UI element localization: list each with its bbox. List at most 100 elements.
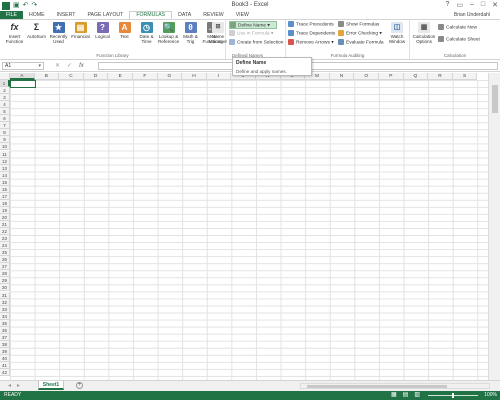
row-header[interactable]: 24 xyxy=(0,242,10,250)
row-header[interactable]: 6 xyxy=(0,115,10,123)
row-header[interactable]: 42 xyxy=(0,369,10,377)
sheet-tab[interactable]: Sheet1 xyxy=(38,381,64,390)
select-all-corner[interactable] xyxy=(0,73,10,80)
column-header[interactable]: P xyxy=(379,73,404,80)
row-header[interactable]: 25 xyxy=(0,249,10,257)
create-from-selection-button[interactable]: Create from Selection xyxy=(229,39,283,47)
horizontal-scroll-thumb[interactable] xyxy=(307,385,447,388)
column-header[interactable]: A xyxy=(10,73,35,80)
ribbon-display-icon[interactable]: ▭ xyxy=(456,1,463,9)
math-trig-button[interactable]: θ Math & Trig xyxy=(180,22,201,44)
help-icon[interactable]: ? xyxy=(445,1,449,9)
row-header[interactable]: 31 xyxy=(0,291,10,299)
trace-precedents-button[interactable]: Trace Precedents xyxy=(288,21,334,29)
chevron-down-icon[interactable]: ▾ xyxy=(38,63,41,69)
row-header[interactable]: 16 xyxy=(0,185,10,193)
use-in-formula-button[interactable]: Use in Formula ▾ xyxy=(229,30,273,38)
row-header[interactable]: 22 xyxy=(0,228,10,236)
insert-function-button[interactable]: fx Insert Function xyxy=(4,22,25,44)
selected-cell-a1[interactable] xyxy=(10,80,36,88)
column-header[interactable]: E xyxy=(108,73,133,80)
logical-button[interactable]: ? Logical xyxy=(92,22,113,39)
row-header[interactable]: 29 xyxy=(0,277,10,285)
column-header[interactable]: I xyxy=(206,73,232,80)
trace-dependents-button[interactable]: Trace Dependents xyxy=(288,30,335,38)
row-header[interactable]: 1 xyxy=(0,80,10,88)
next-sheet-icon[interactable]: ▸ xyxy=(17,382,20,389)
row-header[interactable]: 13 xyxy=(0,164,10,172)
row-header[interactable]: 9 xyxy=(0,136,10,144)
column-header[interactable]: N xyxy=(329,73,355,80)
column-header[interactable]: C xyxy=(59,73,84,80)
row-header[interactable]: 21 xyxy=(0,221,10,229)
prev-sheet-icon[interactable]: ◂ xyxy=(8,382,11,389)
row-header[interactable]: 19 xyxy=(0,206,10,214)
row-header[interactable]: 5 xyxy=(0,108,10,116)
name-manager-button[interactable]: ⊞ Name Manager xyxy=(208,22,228,44)
row-header[interactable]: 28 xyxy=(0,270,10,278)
row-header[interactable]: 30 xyxy=(0,284,10,292)
error-checking-button[interactable]: Error Checking ▾ xyxy=(338,30,382,38)
row-header[interactable]: 12 xyxy=(0,157,10,165)
row-header[interactable]: 37 xyxy=(0,333,10,341)
name-box[interactable]: A1 ▾ xyxy=(2,62,44,70)
row-header[interactable]: 36 xyxy=(0,326,10,334)
row-header[interactable]: 15 xyxy=(0,178,10,186)
row-header[interactable]: 20 xyxy=(0,213,10,221)
row-header[interactable]: 38 xyxy=(0,340,10,348)
page-layout-view-icon[interactable]: ▤ xyxy=(403,392,409,399)
row-header[interactable]: 35 xyxy=(0,319,10,327)
row-header[interactable]: 34 xyxy=(0,312,10,320)
normal-view-icon[interactable]: ▦ xyxy=(391,392,397,399)
watch-window-button[interactable]: ◫ Watch Window xyxy=(386,22,408,44)
row-header[interactable]: 40 xyxy=(0,354,10,362)
show-formulas-button[interactable]: Show Formulas xyxy=(338,21,379,29)
column-header[interactable]: H xyxy=(182,73,207,80)
row-header[interactable]: 7 xyxy=(0,122,10,130)
define-name-button[interactable]: Define Name ▾ xyxy=(229,21,277,29)
vertical-scrollbar[interactable] xyxy=(488,73,500,380)
column-header[interactable]: D xyxy=(83,73,109,80)
recently-used-button[interactable]: ★ Recently Used xyxy=(48,22,69,44)
zoom-level[interactable]: 100% xyxy=(484,392,497,399)
row-header[interactable]: 11 xyxy=(0,150,10,158)
zoom-slider-handle[interactable] xyxy=(452,393,454,398)
remove-arrows-button[interactable]: Remove Arrows ▾ xyxy=(288,39,334,47)
vertical-scroll-thumb[interactable] xyxy=(492,85,498,113)
row-header[interactable]: 8 xyxy=(0,129,10,137)
calculate-sheet-button[interactable]: Calculate Sheet xyxy=(438,36,480,44)
row-header[interactable]: 10 xyxy=(0,143,10,151)
cell-area[interactable] xyxy=(10,80,488,380)
lookup-reference-button[interactable]: 🔍 Lookup & Reference xyxy=(158,22,179,44)
close-icon[interactable]: ✕ xyxy=(492,1,498,9)
row-header[interactable]: 32 xyxy=(0,298,10,306)
calculation-options-button[interactable]: ▦ Calculation Options xyxy=(412,22,436,44)
row-header[interactable]: 39 xyxy=(0,347,10,355)
horizontal-scrollbar[interactable] xyxy=(300,383,490,389)
row-header[interactable]: 4 xyxy=(0,101,10,109)
text-button[interactable]: A Text xyxy=(114,22,135,39)
evaluate-formula-button[interactable]: Evaluate Formula xyxy=(338,39,384,47)
insert-function-icon[interactable]: fx xyxy=(79,62,84,70)
add-sheet-icon[interactable]: + xyxy=(76,382,83,389)
minimize-icon[interactable]: – xyxy=(470,1,474,9)
calculate-now-button[interactable]: Calculate Now xyxy=(438,24,477,32)
row-header[interactable]: 3 xyxy=(0,94,10,102)
cancel-icon[interactable]: ✕ xyxy=(55,62,60,70)
row-header[interactable]: 18 xyxy=(0,199,10,207)
column-header[interactable]: B xyxy=(34,73,60,80)
column-header[interactable]: G xyxy=(157,73,183,80)
date-time-button[interactable]: ◷ Date & Time xyxy=(136,22,157,44)
row-header[interactable]: 17 xyxy=(0,192,10,200)
column-header[interactable]: O xyxy=(354,73,379,80)
row-header[interactable]: 2 xyxy=(0,87,10,95)
row-header[interactable]: 14 xyxy=(0,171,10,179)
financial-button[interactable]: ▤ Financial xyxy=(70,22,91,39)
zoom-slider[interactable] xyxy=(428,393,478,398)
autosum-button[interactable]: Σ AutoSum xyxy=(26,22,47,39)
page-break-view-icon[interactable]: ▥ xyxy=(414,392,420,399)
row-header[interactable]: 23 xyxy=(0,235,10,243)
column-header[interactable]: R xyxy=(428,73,453,80)
row-header[interactable]: 27 xyxy=(0,263,10,271)
maximize-icon[interactable]: □ xyxy=(481,1,485,9)
